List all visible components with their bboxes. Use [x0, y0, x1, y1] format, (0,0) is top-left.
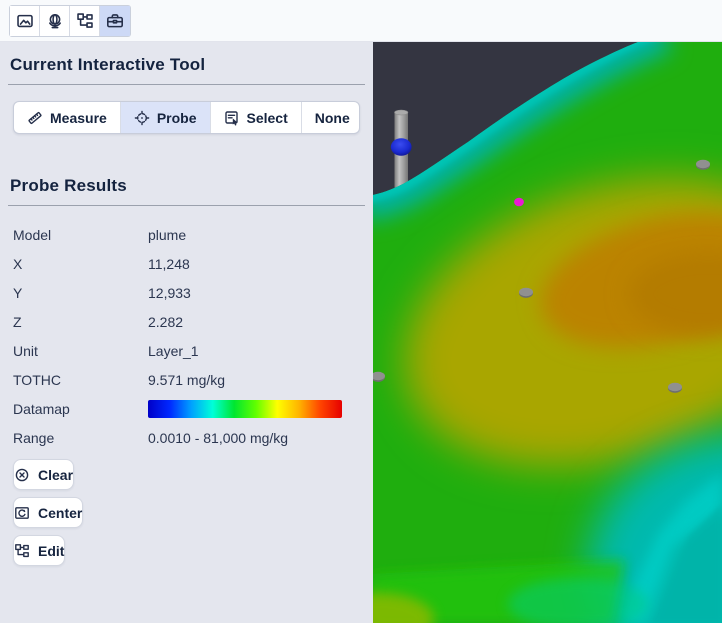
hierarchy-icon: [76, 12, 93, 28]
globe-button[interactable]: [40, 5, 70, 36]
row-label: Range: [13, 429, 55, 446]
result-row-range: Range 0.0010 - 81,000 mg/kg: [0, 423, 373, 452]
tool-panel: Current Interactive Tool Measure Probe S…: [0, 42, 373, 623]
globe-icon: [48, 13, 61, 28]
result-row-unit: Unit Layer_1: [0, 336, 373, 365]
tab-select-label: Select: [246, 109, 288, 126]
result-row-model: Model plume: [0, 220, 373, 249]
row-label: Z: [13, 313, 22, 330]
row-value: plume: [148, 226, 187, 243]
clear-button[interactable]: Clear: [13, 459, 75, 490]
tab-probe-label: Probe: [156, 109, 197, 126]
edit-button-label: Edit: [38, 542, 65, 559]
row-label: Model: [13, 226, 52, 243]
tab-measure[interactable]: Measure: [14, 102, 121, 133]
well-depth-sphere: [390, 138, 412, 156]
hierarchy-icon: [15, 543, 29, 557]
plume-surface-render: [373, 42, 722, 623]
result-row-datamap: Datamap: [0, 394, 373, 423]
well-marker[interactable]: [696, 159, 710, 170]
probe-marker[interactable]: [514, 197, 524, 207]
ruler-icon: [28, 111, 42, 124]
divider: [8, 205, 365, 206]
toolbox-icon: [107, 13, 123, 27]
tab-select[interactable]: Select: [211, 102, 302, 133]
row-value: [148, 399, 373, 418]
tab-measure-label: Measure: [50, 109, 107, 126]
row-value: 0.0010 - 81,000 mg/kg: [148, 429, 289, 446]
main-toolbar: [0, 0, 722, 42]
well-marker[interactable]: [519, 287, 533, 298]
row-label: Datamap: [13, 400, 70, 417]
3d-viewport[interactable]: [373, 42, 722, 623]
result-row-y: Y 12,933: [0, 278, 373, 307]
row-label: X: [13, 255, 23, 272]
tab-probe[interactable]: Probe: [120, 102, 211, 133]
row-value: Layer_1: [148, 342, 199, 359]
datamap-colorbar: [148, 399, 342, 418]
crosshair-icon: [134, 110, 150, 125]
result-row-z: Z 2.282: [0, 307, 373, 336]
edit-button[interactable]: Edit: [13, 535, 66, 566]
select-icon: [224, 110, 238, 126]
result-row-x: X 11,248: [0, 249, 373, 278]
clear-circle-x-icon: [15, 468, 29, 481]
clear-button-label: Clear: [38, 466, 74, 483]
result-row-tothc: TOTHC 9.571 mg/kg: [0, 365, 373, 394]
row-label: Y: [13, 284, 23, 301]
interactive-tool-group: Measure Probe Select None: [13, 101, 360, 134]
panel-title: Current Interactive Tool: [10, 55, 206, 74]
tab-none-label: None: [314, 109, 350, 126]
row-value: 9.571 mg/kg: [148, 371, 226, 388]
probe-results-table: Model plume X 11,248 Y 12,933 Z 2.282 Un…: [0, 220, 373, 452]
center-button-label: Center: [38, 504, 83, 521]
scene-image-button[interactable]: [10, 5, 40, 36]
results-title: Probe Results: [10, 176, 127, 195]
divider: [8, 84, 365, 85]
hierarchy-button[interactable]: [70, 5, 100, 36]
image-icon: [16, 14, 33, 27]
row-label: TOTHC: [13, 371, 61, 388]
well-marker[interactable]: [668, 382, 682, 393]
toolbox-button[interactable]: [100, 5, 130, 36]
toolbar-button-group: [9, 4, 131, 37]
tab-none[interactable]: None: [302, 102, 359, 133]
row-value: 11,248: [148, 255, 190, 272]
center-view-icon: [15, 506, 29, 519]
probe-actions: Clear Center Edit: [0, 459, 373, 566]
center-button[interactable]: Center: [13, 497, 84, 528]
row-value: 2.282: [148, 313, 184, 330]
row-label: Unit: [13, 342, 38, 359]
row-value: 12,933: [148, 284, 191, 301]
